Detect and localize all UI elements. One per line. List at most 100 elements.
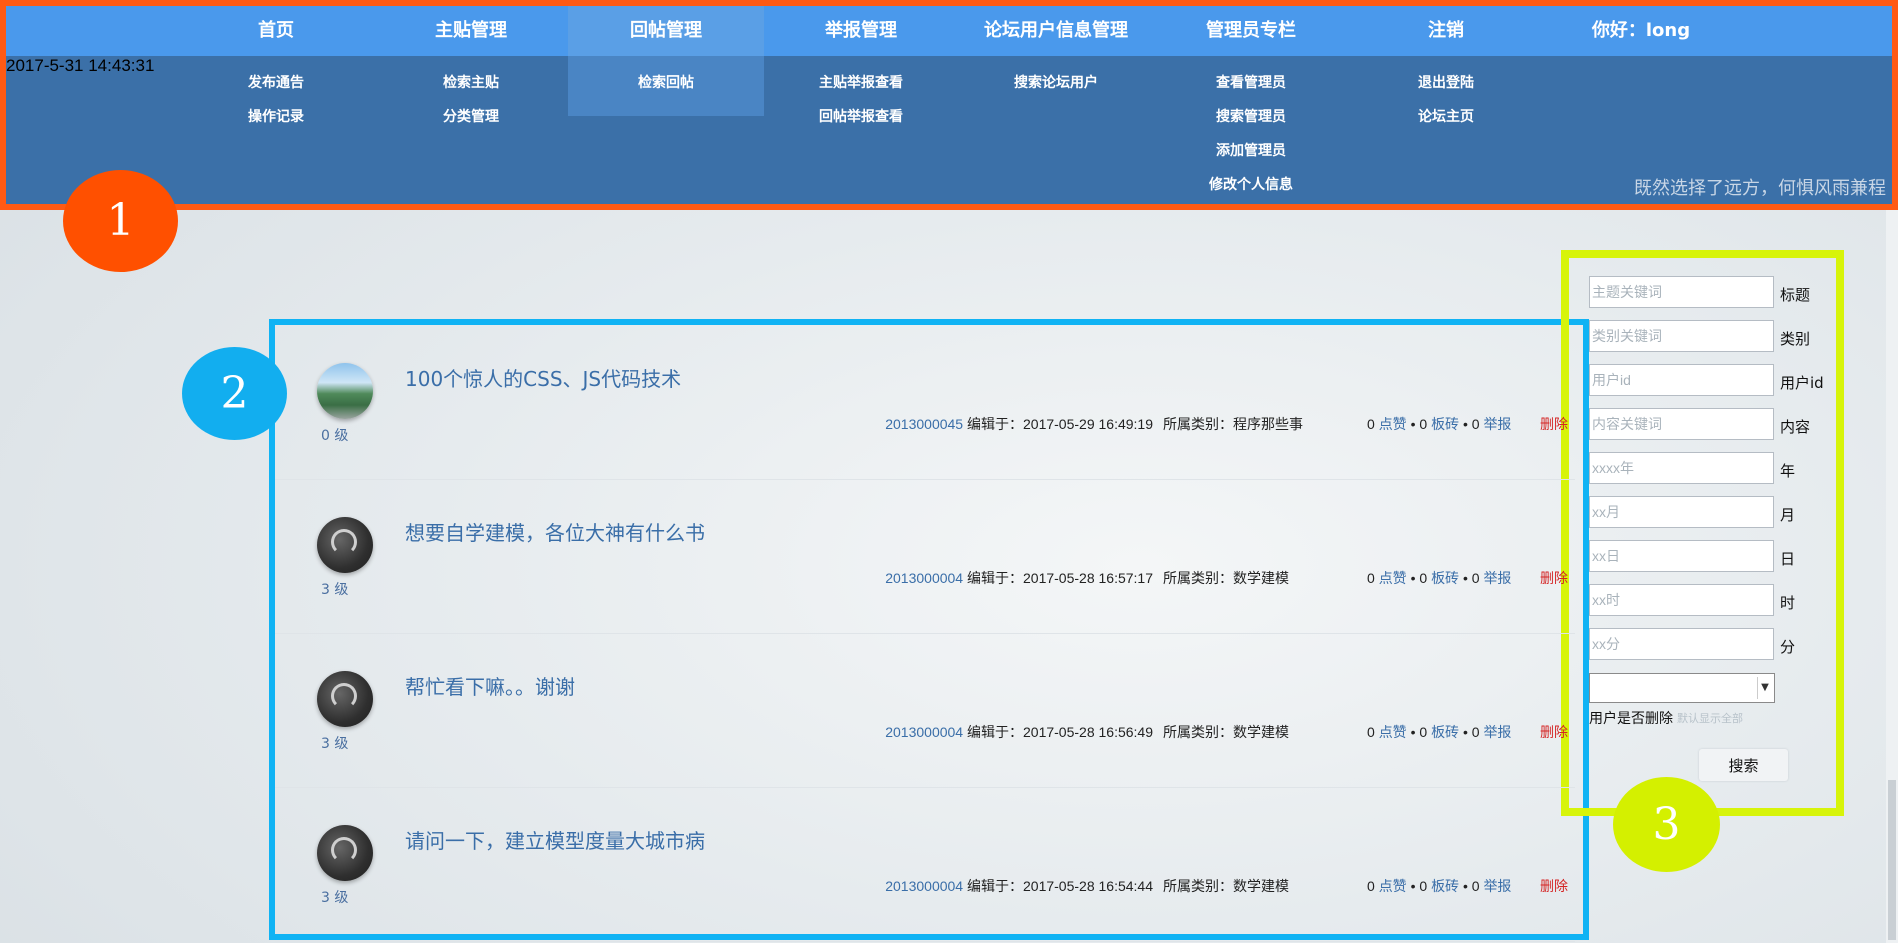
report-link[interactable]: 举报 (1483, 416, 1511, 432)
search-input[interactable] (1589, 364, 1774, 396)
nav-item[interactable]: 主贴管理 (373, 6, 569, 56)
search-input[interactable] (1589, 408, 1774, 440)
author-id-link[interactable]: 2013000004 (885, 878, 963, 894)
nav-item[interactable]: 论坛用户信息管理 (958, 6, 1154, 56)
brick-link[interactable]: 板砖 (1431, 878, 1459, 894)
search-input[interactable] (1589, 496, 1774, 528)
nav-subitem[interactable]: 添加管理员 (1153, 134, 1349, 168)
search-field-label: 用户id (1780, 374, 1824, 392)
nav-subitem[interactable]: 检索回帖 (568, 66, 764, 100)
report-count: 0 (1471, 570, 1480, 586)
brick-count: 0 (1419, 724, 1428, 740)
search-input[interactable] (1589, 276, 1774, 308)
nav-subitem[interactable]: 搜索管理员 (1153, 100, 1349, 134)
nav-item[interactable]: 管理员专栏 (1153, 6, 1349, 56)
avatar[interactable] (317, 671, 373, 727)
post-stats: 0 点赞 • 0 板砖 • 0 举报 (1367, 416, 1512, 432)
post-meta-edit: 2013000045 编辑于：2017-05-29 16:49:19 (885, 414, 1153, 434)
nav-column-0: 首页 发布通告 操作记录 (178, 6, 374, 134)
nav-subitem[interactable]: 查看管理员 (1153, 66, 1349, 100)
like-link[interactable]: 点赞 (1379, 878, 1407, 894)
post-row: 3 级 想要自学建模，各位大神有什么书 2013000004 编辑于：2017-05… (275, 479, 1575, 634)
search-input[interactable] (1589, 320, 1774, 352)
author-id-link[interactable]: 2013000045 (885, 416, 963, 432)
author-id-link[interactable]: 2013000004 (885, 724, 963, 740)
brick-link[interactable]: 板砖 (1431, 570, 1459, 586)
delete-link[interactable]: 删除 (1540, 568, 1568, 588)
nav-item[interactable]: 举报管理 (763, 6, 959, 56)
brick-link[interactable]: 板砖 (1431, 724, 1459, 740)
default-avatar-icon (331, 837, 357, 863)
search-input[interactable] (1589, 628, 1774, 660)
search-field-label: 分 (1780, 638, 1796, 656)
annotation-marker-3: 3 (1613, 777, 1720, 872)
user-level: 0 级 (321, 428, 349, 444)
report-count: 0 (1471, 416, 1480, 432)
like-count: 0 (1367, 416, 1375, 432)
brick-count: 0 (1419, 878, 1428, 894)
delete-status-label: 用户是否删除 (1589, 711, 1673, 727)
post-row: 3 级 帮忙看下嘛。。谢谢 2013000004 编辑于：2017-05-28 16… (275, 633, 1575, 788)
nav-subitem[interactable]: 发布通告 (178, 66, 374, 100)
nav-item[interactable]: 注销 (1348, 6, 1544, 56)
like-link[interactable]: 点赞 (1379, 570, 1407, 586)
nav-subitem[interactable]: 退出登陆 (1348, 66, 1544, 100)
nav-item[interactable]: 首页 (178, 6, 374, 56)
like-count: 0 (1367, 570, 1375, 586)
nav-item[interactable]: 回帖管理 (568, 6, 764, 56)
avatar[interactable] (317, 825, 373, 881)
nav-subitem[interactable]: 搜索论坛用户 (958, 66, 1154, 100)
nav-subitem[interactable]: 论坛主页 (1348, 100, 1544, 134)
nav-column-6: 注销 退出登陆 论坛主页 (1348, 6, 1544, 134)
nav-column-1: 主贴管理 检索主贴 分类管理 (373, 6, 569, 134)
post-category: 所属类别：数学建模 (1163, 878, 1289, 894)
nav-submenu: 检索主贴 分类管理 (373, 56, 569, 134)
report-link[interactable]: 举报 (1483, 724, 1511, 740)
default-avatar-icon (331, 683, 357, 709)
scrollbar-thumb[interactable] (1888, 780, 1896, 940)
delete-link[interactable]: 删除 (1540, 722, 1568, 742)
search-input[interactable] (1589, 584, 1774, 616)
post-meta-edit: 2013000004 编辑于：2017-05-28 16:57:17 (885, 568, 1153, 588)
report-link[interactable]: 举报 (1483, 570, 1511, 586)
post-row: 3 级 请问一下，建立模型度量大城市病 2013000004 编辑于：2017-05… (275, 787, 1575, 942)
avatar[interactable] (317, 363, 373, 419)
post-meta-edit: 2013000004 编辑于：2017-05-28 16:56:49 (885, 722, 1153, 742)
post-title-link[interactable]: 想要自学建模，各位大神有什么书 (405, 517, 705, 546)
annotation-marker-2: 2 (182, 347, 287, 440)
delete-link[interactable]: 删除 (1540, 414, 1568, 434)
search-button[interactable]: 搜索 (1699, 749, 1788, 781)
like-link[interactable]: 点赞 (1379, 724, 1407, 740)
delete-link[interactable]: 删除 (1540, 876, 1568, 896)
nav-submenu: 退出登陆 论坛主页 (1348, 56, 1544, 134)
author-id-link[interactable]: 2013000004 (885, 570, 963, 586)
brick-link[interactable]: 板砖 (1431, 416, 1459, 432)
top-header: 首页 发布通告 操作记录 主贴管理 检索主贴 分类管理 回帖管理 检索回帖 举报管理 主贴举报查看… (0, 0, 1898, 210)
post-title-link[interactable]: 帮忙看下嘛。。谢谢 (405, 671, 575, 700)
report-link[interactable]: 举报 (1483, 878, 1511, 894)
page-scrollbar[interactable] (1886, 210, 1898, 943)
post-row: 0 级 100个惊人的CSS、JS代码技术 2013000045 编辑于：2017-… (275, 325, 1575, 480)
nav-subitem[interactable]: 检索主贴 (373, 66, 569, 100)
nav-subitem[interactable]: 主贴举报查看 (763, 66, 959, 100)
search-field-label: 类别 (1780, 330, 1811, 348)
nav-subitem[interactable]: 操作记录 (178, 100, 374, 134)
user-level: 3 级 (321, 890, 349, 906)
user-level: 3 级 (321, 582, 349, 598)
nav-submenu: 发布通告 操作记录 (178, 56, 374, 134)
user-greeting: 你好：long (1591, 20, 1691, 41)
nav-subitem[interactable]: 分类管理 (373, 100, 569, 134)
delete-status-select[interactable]: ▼ (1589, 673, 1775, 703)
avatar[interactable] (317, 517, 373, 573)
post-title-link[interactable]: 100个惊人的CSS、JS代码技术 (405, 363, 681, 392)
report-count: 0 (1471, 878, 1480, 894)
search-input[interactable] (1589, 452, 1774, 484)
nav-subitem[interactable]: 回帖举报查看 (763, 100, 959, 134)
like-link[interactable]: 点赞 (1379, 416, 1407, 432)
brick-count: 0 (1419, 416, 1428, 432)
user-level: 3 级 (321, 736, 349, 752)
edit-time: 编辑于：2017-05-29 16:49:19 (967, 416, 1153, 432)
post-title-link[interactable]: 请问一下，建立模型度量大城市病 (405, 825, 705, 854)
nav-subitem[interactable]: 修改个人信息 (1153, 168, 1349, 202)
search-input[interactable] (1589, 540, 1774, 572)
